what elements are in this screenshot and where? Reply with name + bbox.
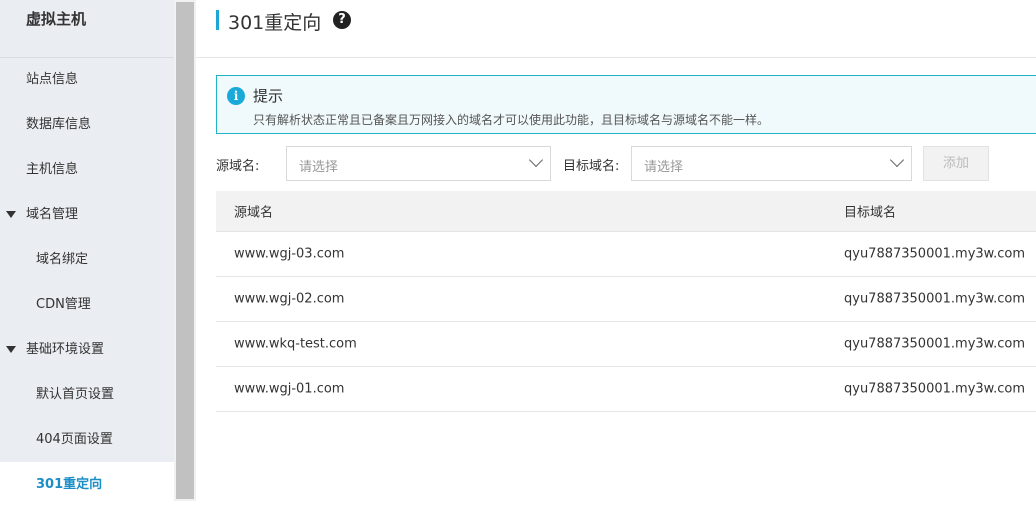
sidebar-item-base-env-settings[interactable]: 基础环境设置	[0, 327, 174, 372]
sidebar-item-label: 基础环境设置	[26, 342, 105, 357]
tip-text: 只有解析状态正常且已备案且万网接入的域名才可以使用此功能，且目标域名与源域名不能…	[253, 113, 770, 127]
sidebar-item-label: 数据库信息	[26, 117, 92, 132]
target-domain-cell: qyu7887350001.my3w.com	[844, 291, 1025, 307]
sidebar-scrollbar[interactable]	[174, 0, 196, 501]
source-domain-cell: www.wgj-03.com	[234, 246, 345, 262]
source-domain-cell: www.wgj-01.com	[234, 381, 345, 397]
sidebar-title: 虚拟主机	[26, 10, 87, 28]
caret-down-icon	[6, 211, 16, 218]
sidebar-item-404-page[interactable]: 404页面设置	[0, 417, 174, 462]
source-domain-select[interactable]: 请选择	[286, 146, 551, 181]
source-domain-cell: www.wgj-02.com	[234, 291, 345, 307]
target-domain-label: 目标域名:	[563, 159, 620, 174]
sidebar-item-label: 默认首页设置	[36, 387, 115, 402]
chevron-down-icon	[889, 152, 905, 168]
sidebar-item-label: 域名绑定	[36, 252, 89, 267]
header-divider	[196, 57, 1036, 58]
add-button[interactable]: 添加	[923, 146, 989, 181]
sidebar-item-host-info[interactable]: 主机信息	[0, 147, 174, 192]
caret-down-icon	[6, 346, 16, 353]
info-icon: i	[227, 87, 245, 105]
target-domain-placeholder: 请选择	[644, 160, 684, 175]
redirect-table: 源域名 目标域名 www.wgj-03.com qyu7887350001.my…	[216, 191, 1036, 412]
target-domain-select[interactable]: 请选择	[631, 146, 912, 181]
chevron-down-icon	[528, 152, 544, 168]
sidebar-item-label: 404页面设置	[36, 432, 113, 447]
title-accent-bar	[216, 10, 219, 30]
sidebar-item-default-homepage[interactable]: 默认首页设置	[0, 372, 174, 417]
table-row: www.wgj-02.com qyu7887350001.my3w.com	[216, 277, 1036, 322]
sidebar-item-label: CDN管理	[36, 297, 91, 312]
table-row: www.wkq-test.com qyu7887350001.my3w.com	[216, 322, 1036, 367]
source-domain-cell: www.wkq-test.com	[234, 336, 357, 352]
sidebar-item-domain-binding[interactable]: 域名绑定	[0, 237, 174, 282]
sidebar-item-label: 301重定向	[36, 477, 103, 492]
target-domain-cell: qyu7887350001.my3w.com	[844, 381, 1025, 397]
main-content: 301重定向 ? i 提示 只有解析状态正常且已备案且万网接入的域名才可以使用此…	[196, 0, 1036, 501]
page-title: 301重定向	[228, 12, 322, 34]
source-domain-placeholder: 请选择	[299, 160, 339, 175]
source-domain-label: 源域名:	[216, 159, 260, 174]
sidebar: 虚拟主机 站点信息 数据库信息 主机信息 域名管理 域名绑定 CDN管理 基础环…	[0, 0, 174, 507]
table-row: www.wgj-01.com qyu7887350001.my3w.com	[216, 367, 1036, 412]
sidebar-item-database-info[interactable]: 数据库信息	[0, 102, 174, 147]
target-domain-cell: qyu7887350001.my3w.com	[844, 336, 1025, 352]
help-icon[interactable]: ?	[333, 11, 351, 29]
tip-box: i 提示 只有解析状态正常且已备案且万网接入的域名才可以使用此功能，且目标域名与…	[216, 75, 1036, 134]
sidebar-item-label: 域名管理	[26, 207, 79, 222]
table-header: 源域名 目标域名	[216, 191, 1036, 232]
sidebar-item-301-redirect[interactable]: 301重定向	[0, 462, 174, 507]
column-header-target: 目标域名	[844, 205, 897, 221]
scrollbar-thumb[interactable]	[176, 2, 194, 499]
sidebar-item-domain-management[interactable]: 域名管理	[0, 192, 174, 237]
table-row: www.wgj-03.com qyu7887350001.my3w.com	[216, 232, 1036, 277]
sidebar-item-site-info[interactable]: 站点信息	[0, 57, 174, 102]
sidebar-item-label: 主机信息	[26, 162, 79, 177]
column-header-source: 源域名	[234, 205, 274, 221]
sidebar-item-cdn-management[interactable]: CDN管理	[0, 282, 174, 327]
sidebar-item-label: 站点信息	[26, 72, 79, 87]
target-domain-cell: qyu7887350001.my3w.com	[844, 246, 1025, 262]
tip-title: 提示	[253, 87, 284, 105]
